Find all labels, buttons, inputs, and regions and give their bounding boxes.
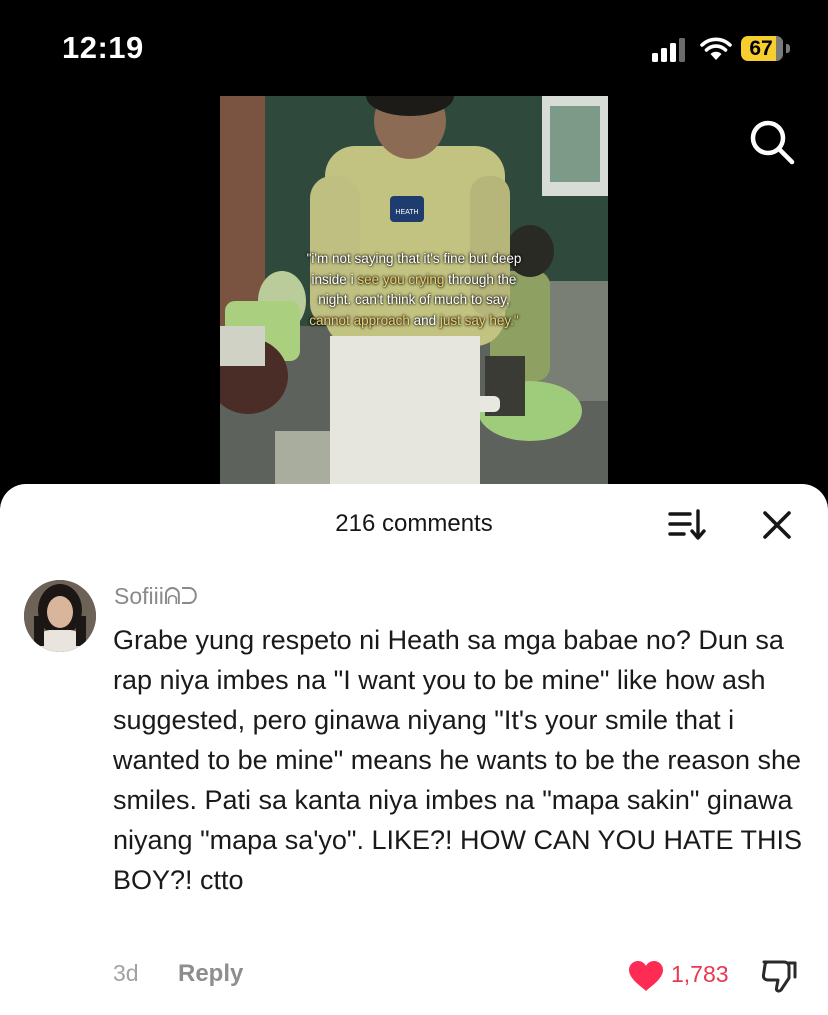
like-count: 1,783 xyxy=(671,961,729,987)
comments-sheet: 216 comments Sofiiiᕱᑐ Grabe yung respeto… xyxy=(0,484,828,1015)
username-symbol: ᕱᑐ xyxy=(163,583,199,609)
comment-age: 3d xyxy=(113,960,139,986)
sort-icon[interactable] xyxy=(668,508,708,542)
comment-username[interactable]: Sofiiiᕱᑐ xyxy=(114,583,198,610)
status-bar: 12:19 67 xyxy=(0,0,828,96)
battery-icon: 67 xyxy=(741,36,793,62)
video-player[interactable]: HEATH "i'm not saying that it's fine but… xyxy=(220,96,608,488)
status-time: 12:19 xyxy=(62,30,144,65)
wifi-icon xyxy=(700,37,732,60)
comment-text: Grabe yung respeto ni Heath sa mga babae… xyxy=(113,625,803,895)
battery-level: 67 xyxy=(749,37,773,60)
video-caption: "i'm not saying that it's fine but deep … xyxy=(306,251,522,328)
avatar[interactable] xyxy=(24,580,96,652)
heart-icon[interactable] xyxy=(628,960,664,992)
cellular-signal-icon xyxy=(652,38,685,62)
search-icon[interactable] xyxy=(748,118,796,166)
close-icon[interactable] xyxy=(760,508,794,542)
jersey-name-tag: HEATH xyxy=(395,209,418,216)
reply-button[interactable]: Reply xyxy=(178,960,243,988)
thumbs-down-icon[interactable] xyxy=(760,958,798,994)
